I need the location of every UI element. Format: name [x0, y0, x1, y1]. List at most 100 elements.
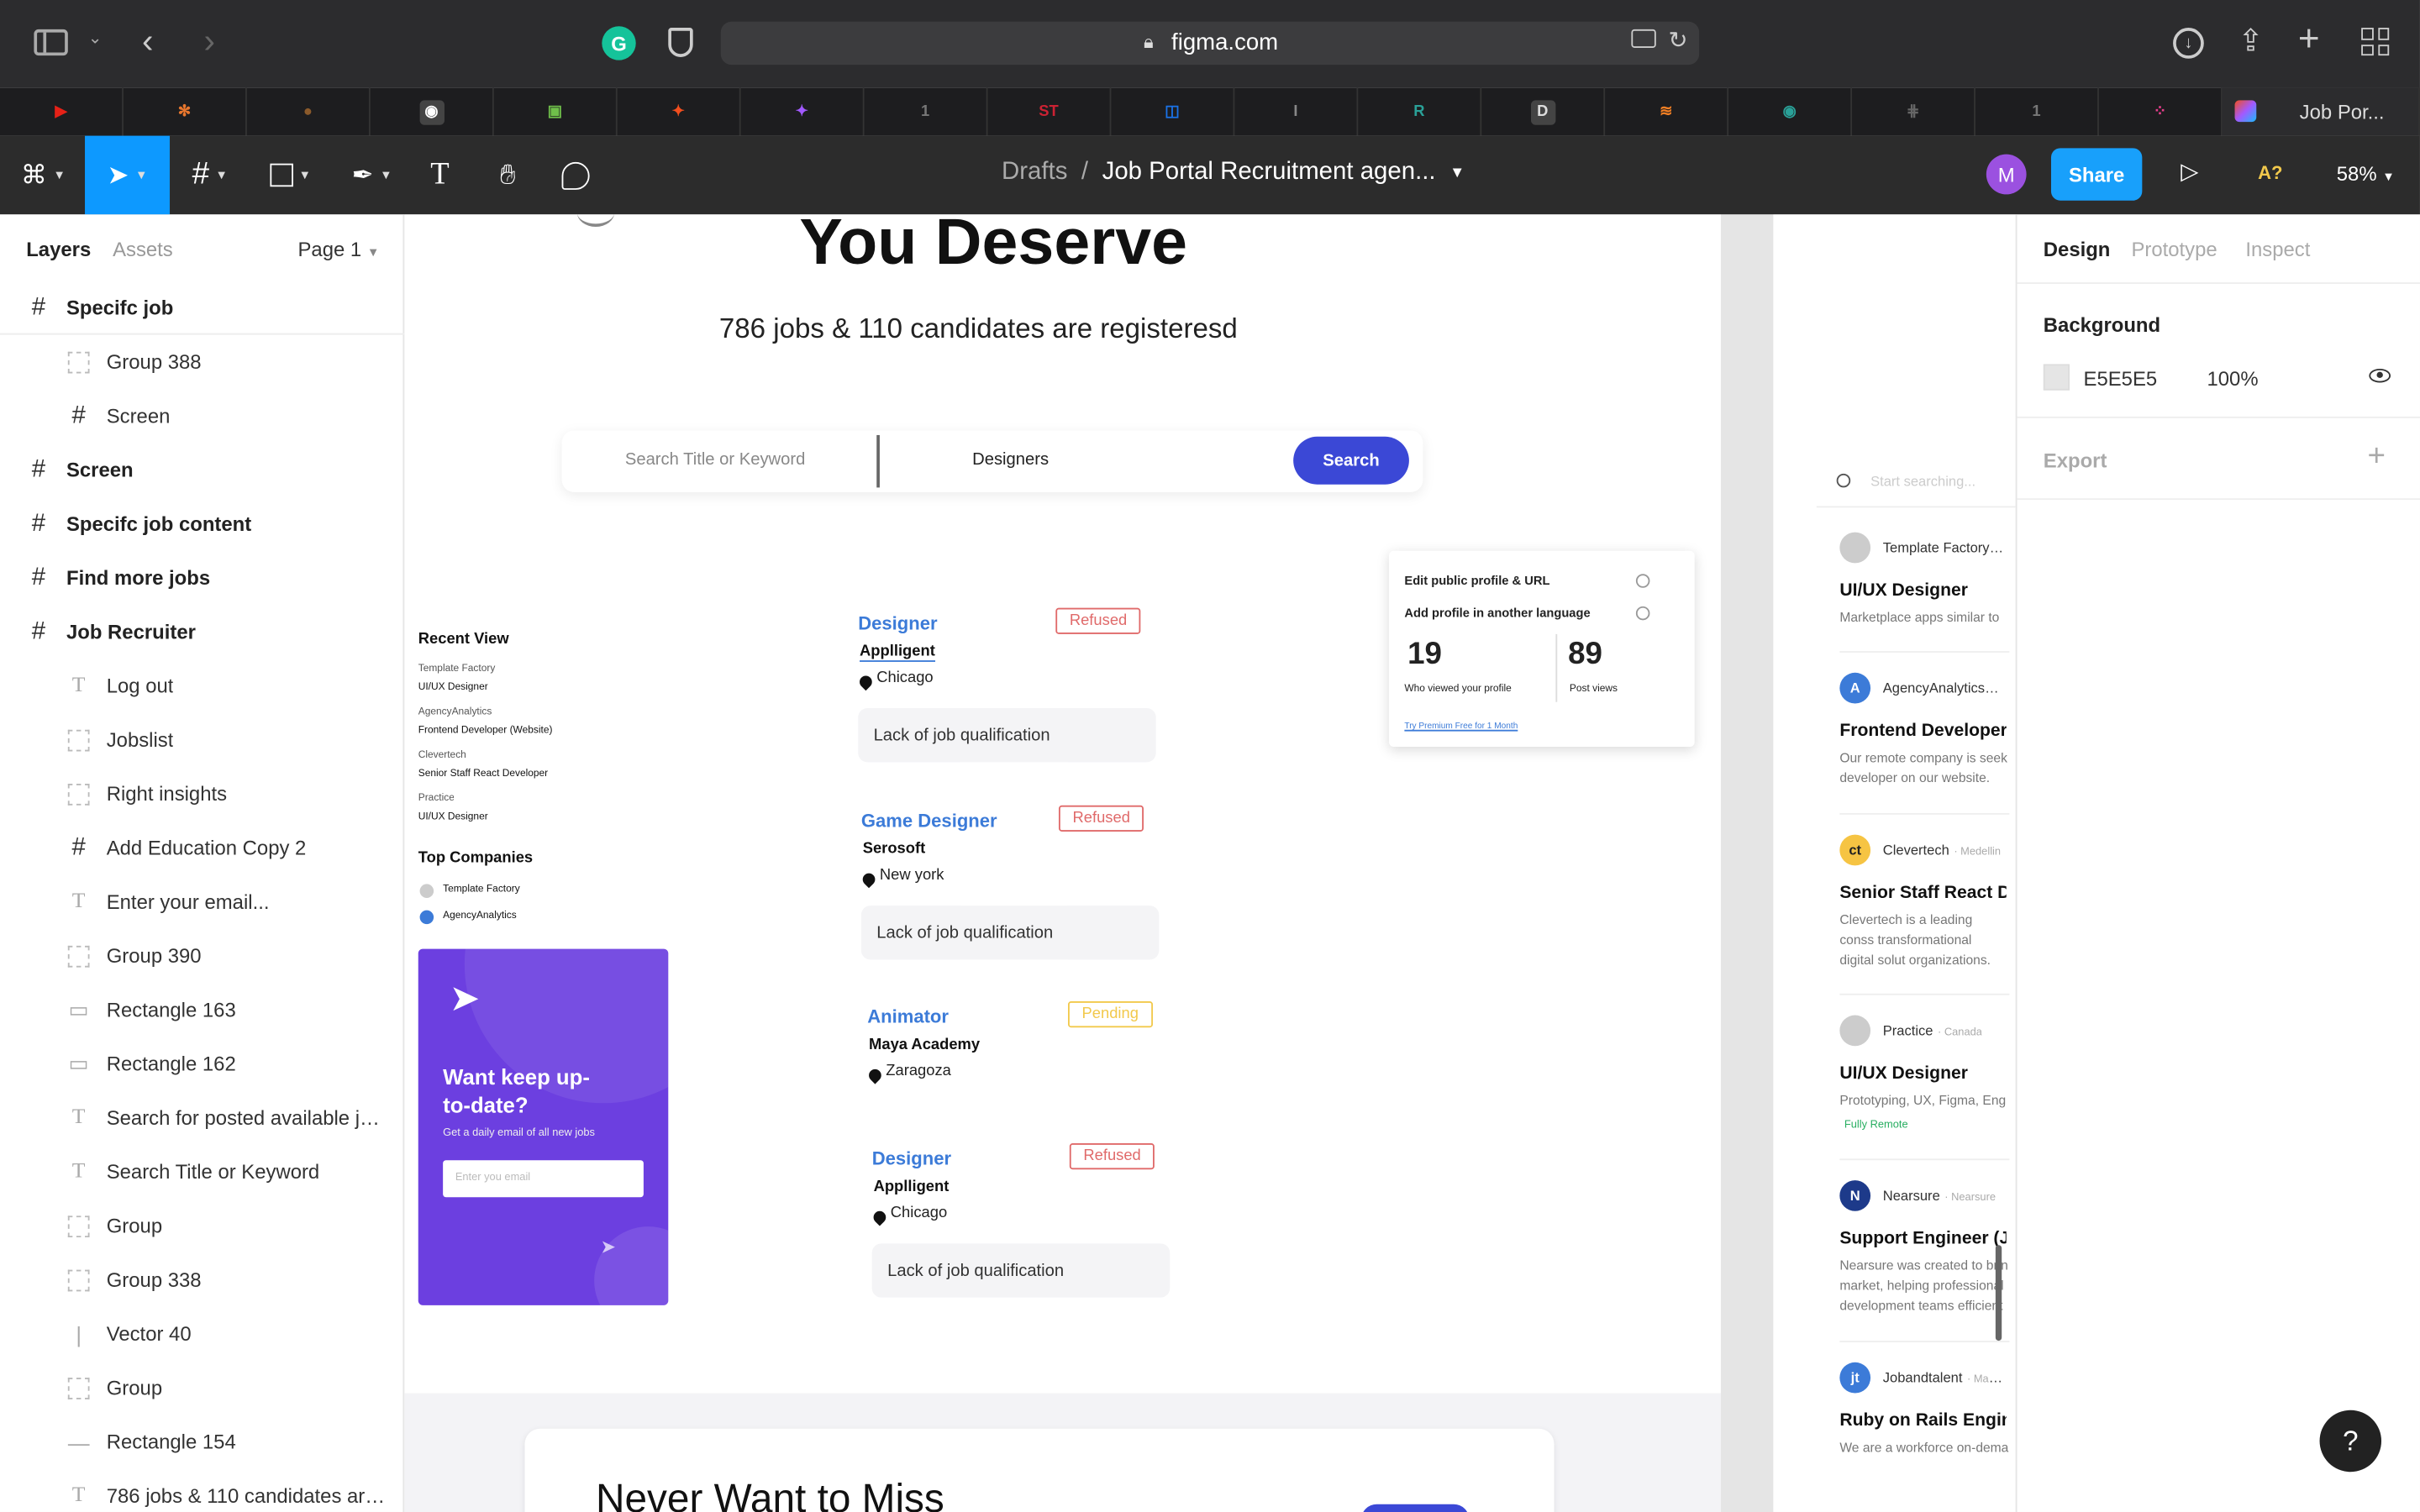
browser-tab[interactable]: 1 — [865, 87, 988, 136]
application-title[interactable]: Game Designer — [861, 810, 997, 832]
recent-role[interactable]: UI/UX Designer — [418, 811, 488, 822]
tab-layers[interactable]: Layers — [26, 238, 91, 261]
application-title[interactable]: Designer — [872, 1148, 951, 1170]
layer-row[interactable]: | Vector 40 — [0, 1307, 404, 1361]
tab-inspect[interactable]: Inspect — [2245, 238, 2310, 261]
tab-grid-icon[interactable] — [2361, 28, 2390, 56]
layer-row[interactable]: T Enter your email... — [0, 874, 404, 928]
joblist-title[interactable]: Senior Staff React De — [1839, 884, 2006, 902]
sidebar-toggle-icon[interactable] — [34, 29, 68, 56]
recent-role[interactable]: Frontend Developer (Website) — [418, 725, 553, 736]
browser-tab[interactable]: R — [1358, 87, 1482, 136]
chevron-down-icon[interactable]: ⌄ — [88, 28, 103, 48]
file-name[interactable]: Job Portal Recruitment agen... — [1102, 159, 1436, 186]
layer-row[interactable]: Group — [0, 1199, 404, 1252]
comment-tool-button[interactable] — [553, 136, 599, 215]
share-icon[interactable]: ⇪ — [2238, 22, 2264, 60]
layer-row[interactable]: Group — [0, 1361, 404, 1415]
edit-profile-link[interactable]: Edit public profile & URL — [1404, 574, 1549, 588]
browser-tab[interactable]: ✻ — [124, 87, 247, 136]
layer-row[interactable]: # Job Recruiter — [0, 605, 404, 659]
layer-row[interactable]: ▭ Rectangle 162 — [0, 1037, 404, 1090]
move-tool-button[interactable]: ➤ ▼ — [85, 135, 171, 215]
eye-icon[interactable] — [2369, 368, 2391, 383]
main-menu-button[interactable]: ⌘ ▼ — [13, 136, 74, 215]
joblist-title[interactable]: Ruby on Rails Engine — [1839, 1412, 2006, 1431]
tab-overview-icon[interactable] — [1631, 29, 1656, 48]
job-recruiter-frame[interactable]: You Deserve 786 jobs & 110 candidates ar… — [404, 214, 1721, 1512]
browser-tab[interactable]: ◉ — [1728, 87, 1853, 136]
back-icon[interactable]: ‹ — [142, 22, 153, 62]
browser-tab[interactable]: ◉ — [371, 87, 494, 136]
layer-row[interactable]: # Screen — [0, 389, 404, 443]
joblist-search-input[interactable]: Start searching... — [1870, 474, 1975, 489]
tab-prototype[interactable]: Prototype — [2131, 238, 2217, 261]
new-tab-icon[interactable]: + — [2298, 18, 2320, 61]
browser-tab[interactable]: ✦ — [618, 87, 741, 136]
jobs-list-frame[interactable]: Start searching... TF Template Factory· W… — [1773, 214, 2016, 1512]
tab-assets[interactable]: Assets — [113, 238, 173, 261]
reload-icon[interactable]: ↻ — [1668, 26, 1687, 54]
layer-row[interactable]: Group 390 — [0, 929, 404, 983]
browser-tab[interactable]: ✦ — [741, 87, 865, 136]
layer-row[interactable]: # Add Education Copy 2 — [0, 821, 404, 874]
joblist-title[interactable]: Support Engineer (Ja — [1839, 1230, 2006, 1248]
joblist-title[interactable]: Frontend Developer ( — [1839, 722, 2006, 741]
layer-row[interactable]: # Find more jobs — [0, 551, 404, 605]
grammarly-icon[interactable]: G — [602, 26, 636, 60]
hand-tool-button[interactable]: ✋︎ — [485, 136, 531, 215]
present-play-icon[interactable]: ▷ — [2181, 157, 2198, 185]
add-export-icon[interactable]: + — [2367, 439, 2385, 475]
bottom-button[interactable] — [1360, 1504, 1470, 1512]
shape-tool-button[interactable]: ▼ — [258, 136, 323, 215]
background-hex-input[interactable]: E5E5E5 — [2084, 367, 2158, 391]
browser-tab-active[interactable]: Job Por... — [2222, 87, 2420, 136]
top-company-name[interactable]: Template Factory — [443, 884, 520, 895]
address-bar[interactable]: 🔒︎ figma.com ↻ — [720, 21, 1700, 66]
download-icon[interactable]: ↓ — [2173, 28, 2204, 59]
layer-row[interactable]: T Search for posted available jo... — [0, 1091, 404, 1145]
browser-tab[interactable]: ◫ — [1111, 87, 1235, 136]
application-title[interactable]: Animator — [867, 1006, 949, 1028]
search-button[interactable]: Search — [1293, 436, 1409, 485]
layer-row[interactable]: # Screen — [0, 443, 404, 496]
browser-tab[interactable]: I — [1234, 87, 1359, 136]
layer-row[interactable]: Jobslist — [0, 713, 404, 767]
application-title[interactable]: Designer — [858, 612, 937, 634]
shield-icon[interactable] — [668, 28, 693, 57]
joblist-title[interactable]: UI/UX Designer — [1839, 581, 1968, 600]
text-tool-button[interactable]: T — [420, 136, 460, 215]
promo-email-input[interactable]: Enter you email — [443, 1160, 644, 1198]
layer-row[interactable]: Right insights — [0, 767, 404, 821]
forward-icon[interactable]: › — [203, 22, 214, 62]
category-select[interactable]: Designers — [972, 450, 1049, 469]
page-selector[interactable]: Page 1 ▼ — [297, 238, 379, 261]
zoom-dropdown[interactable]: 58% ▼ — [2337, 162, 2395, 186]
premium-link[interactable]: Try Premium Free for 1 Month — [1404, 722, 1518, 732]
layer-row[interactable]: Group 338 — [0, 1252, 404, 1306]
top-company-name[interactable]: AgencyAnalytics — [443, 911, 517, 921]
accessibility-check-button[interactable]: A? — [2258, 162, 2282, 184]
share-button[interactable]: Share — [2050, 148, 2143, 201]
help-button[interactable]: ? — [2319, 1410, 2382, 1473]
recent-role[interactable]: UI/UX Designer — [418, 682, 488, 693]
layer-row[interactable]: T Log out — [0, 659, 404, 712]
layer-row[interactable]: T 786 jobs & 110 candidates are... — [0, 1469, 404, 1512]
avatar[interactable]: M — [1986, 154, 2027, 195]
joblist-title[interactable]: UI/UX Designer — [1839, 1064, 1968, 1083]
browser-tab[interactable]: ⋕ — [1852, 87, 1975, 136]
background-opacity-input[interactable]: 100% — [2207, 367, 2258, 391]
layer-row[interactable]: # Specifc job content — [0, 496, 404, 550]
layer-row[interactable]: # Specifc job — [0, 281, 405, 335]
chevron-down-icon[interactable]: ▼ — [1449, 165, 1465, 187]
browser-tab[interactable]: D — [1481, 87, 1606, 136]
browser-tab[interactable]: 1 — [1975, 87, 2099, 136]
pen-tool-button[interactable]: ✒ ▼ — [339, 136, 404, 215]
canvas[interactable]: You Deserve 786 jobs & 110 candidates ar… — [404, 214, 2016, 1512]
browser-tab[interactable]: ST — [987, 87, 1112, 136]
browser-tab[interactable]: ≋ — [1605, 87, 1729, 136]
browser-tab[interactable]: ▣ — [494, 87, 618, 136]
recent-role[interactable]: Senior Staff React Developer — [418, 769, 548, 780]
tab-design[interactable]: Design — [2044, 238, 2111, 261]
browser-tab[interactable]: ⁘ — [2099, 87, 2223, 136]
